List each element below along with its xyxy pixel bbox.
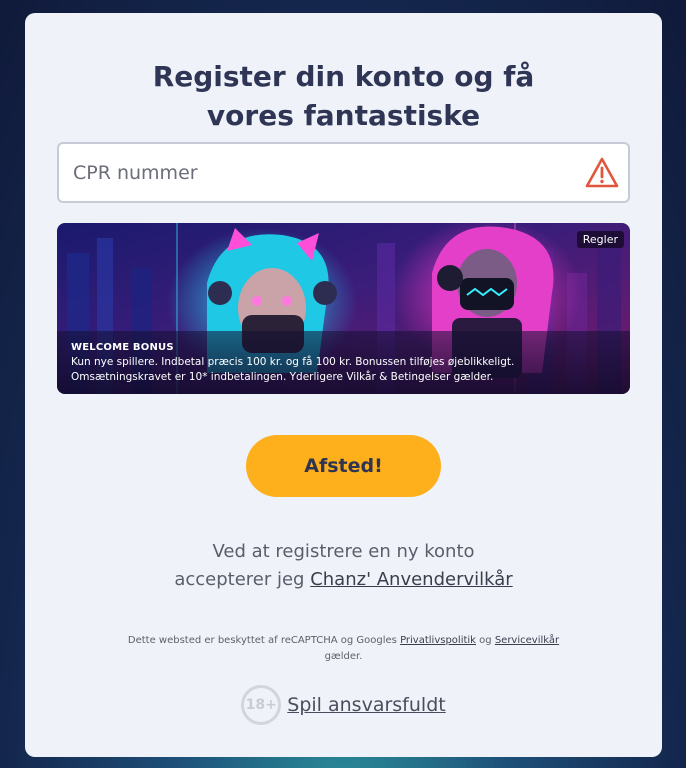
terms-prefix: accepterer jeg (174, 569, 311, 590)
banner-caption: WELCOME BONUS Kun nye spillere. Indbetal… (57, 331, 630, 394)
responsible-gaming: 18+ Spil ansvarsfuldt (25, 685, 662, 725)
captcha-and: og (475, 635, 495, 646)
submit-button[interactable]: Afsted! (246, 435, 441, 497)
terms-line-1: Ved at registrere en ny konto (212, 541, 475, 562)
terms-line-2: accepterer jeg Chanz' Anvendervilkår (25, 566, 662, 594)
captcha-suffix: gælder. (324, 651, 363, 662)
registration-card: Register din konto og få vores fantastis… (25, 13, 662, 757)
responsible-gaming-link[interactable]: Spil ansvarsfuldt (287, 694, 445, 716)
captcha-prefix: Dette websted er beskyttet af reCAPTCHA … (127, 635, 401, 646)
cpr-input[interactable] (73, 144, 573, 201)
terms-notice: Ved at registrere en ny konto accepterer… (25, 538, 662, 594)
privacy-policy-link[interactable]: Privatlivspolitik (400, 635, 476, 646)
banner-title: WELCOME BONUS (71, 342, 174, 353)
warning-triangle-icon (585, 157, 619, 188)
welcome-bonus-banner: Regler WELCOME BONUS Kun nye spillere. I… (57, 223, 630, 394)
rules-button[interactable]: Regler (576, 231, 624, 248)
banner-description: Kun nye spillere. Indbetal præcis 100 kr… (71, 356, 515, 383)
age-18-icon: 18+ (241, 685, 282, 725)
recaptcha-notice: Dette websted er beskyttet af reCAPTCHA … (25, 633, 662, 665)
service-terms-link[interactable]: Servicevilkår (495, 635, 559, 646)
terms-link[interactable]: Chanz' Anvendervilkår (310, 569, 512, 590)
cpr-field[interactable] (57, 142, 630, 203)
